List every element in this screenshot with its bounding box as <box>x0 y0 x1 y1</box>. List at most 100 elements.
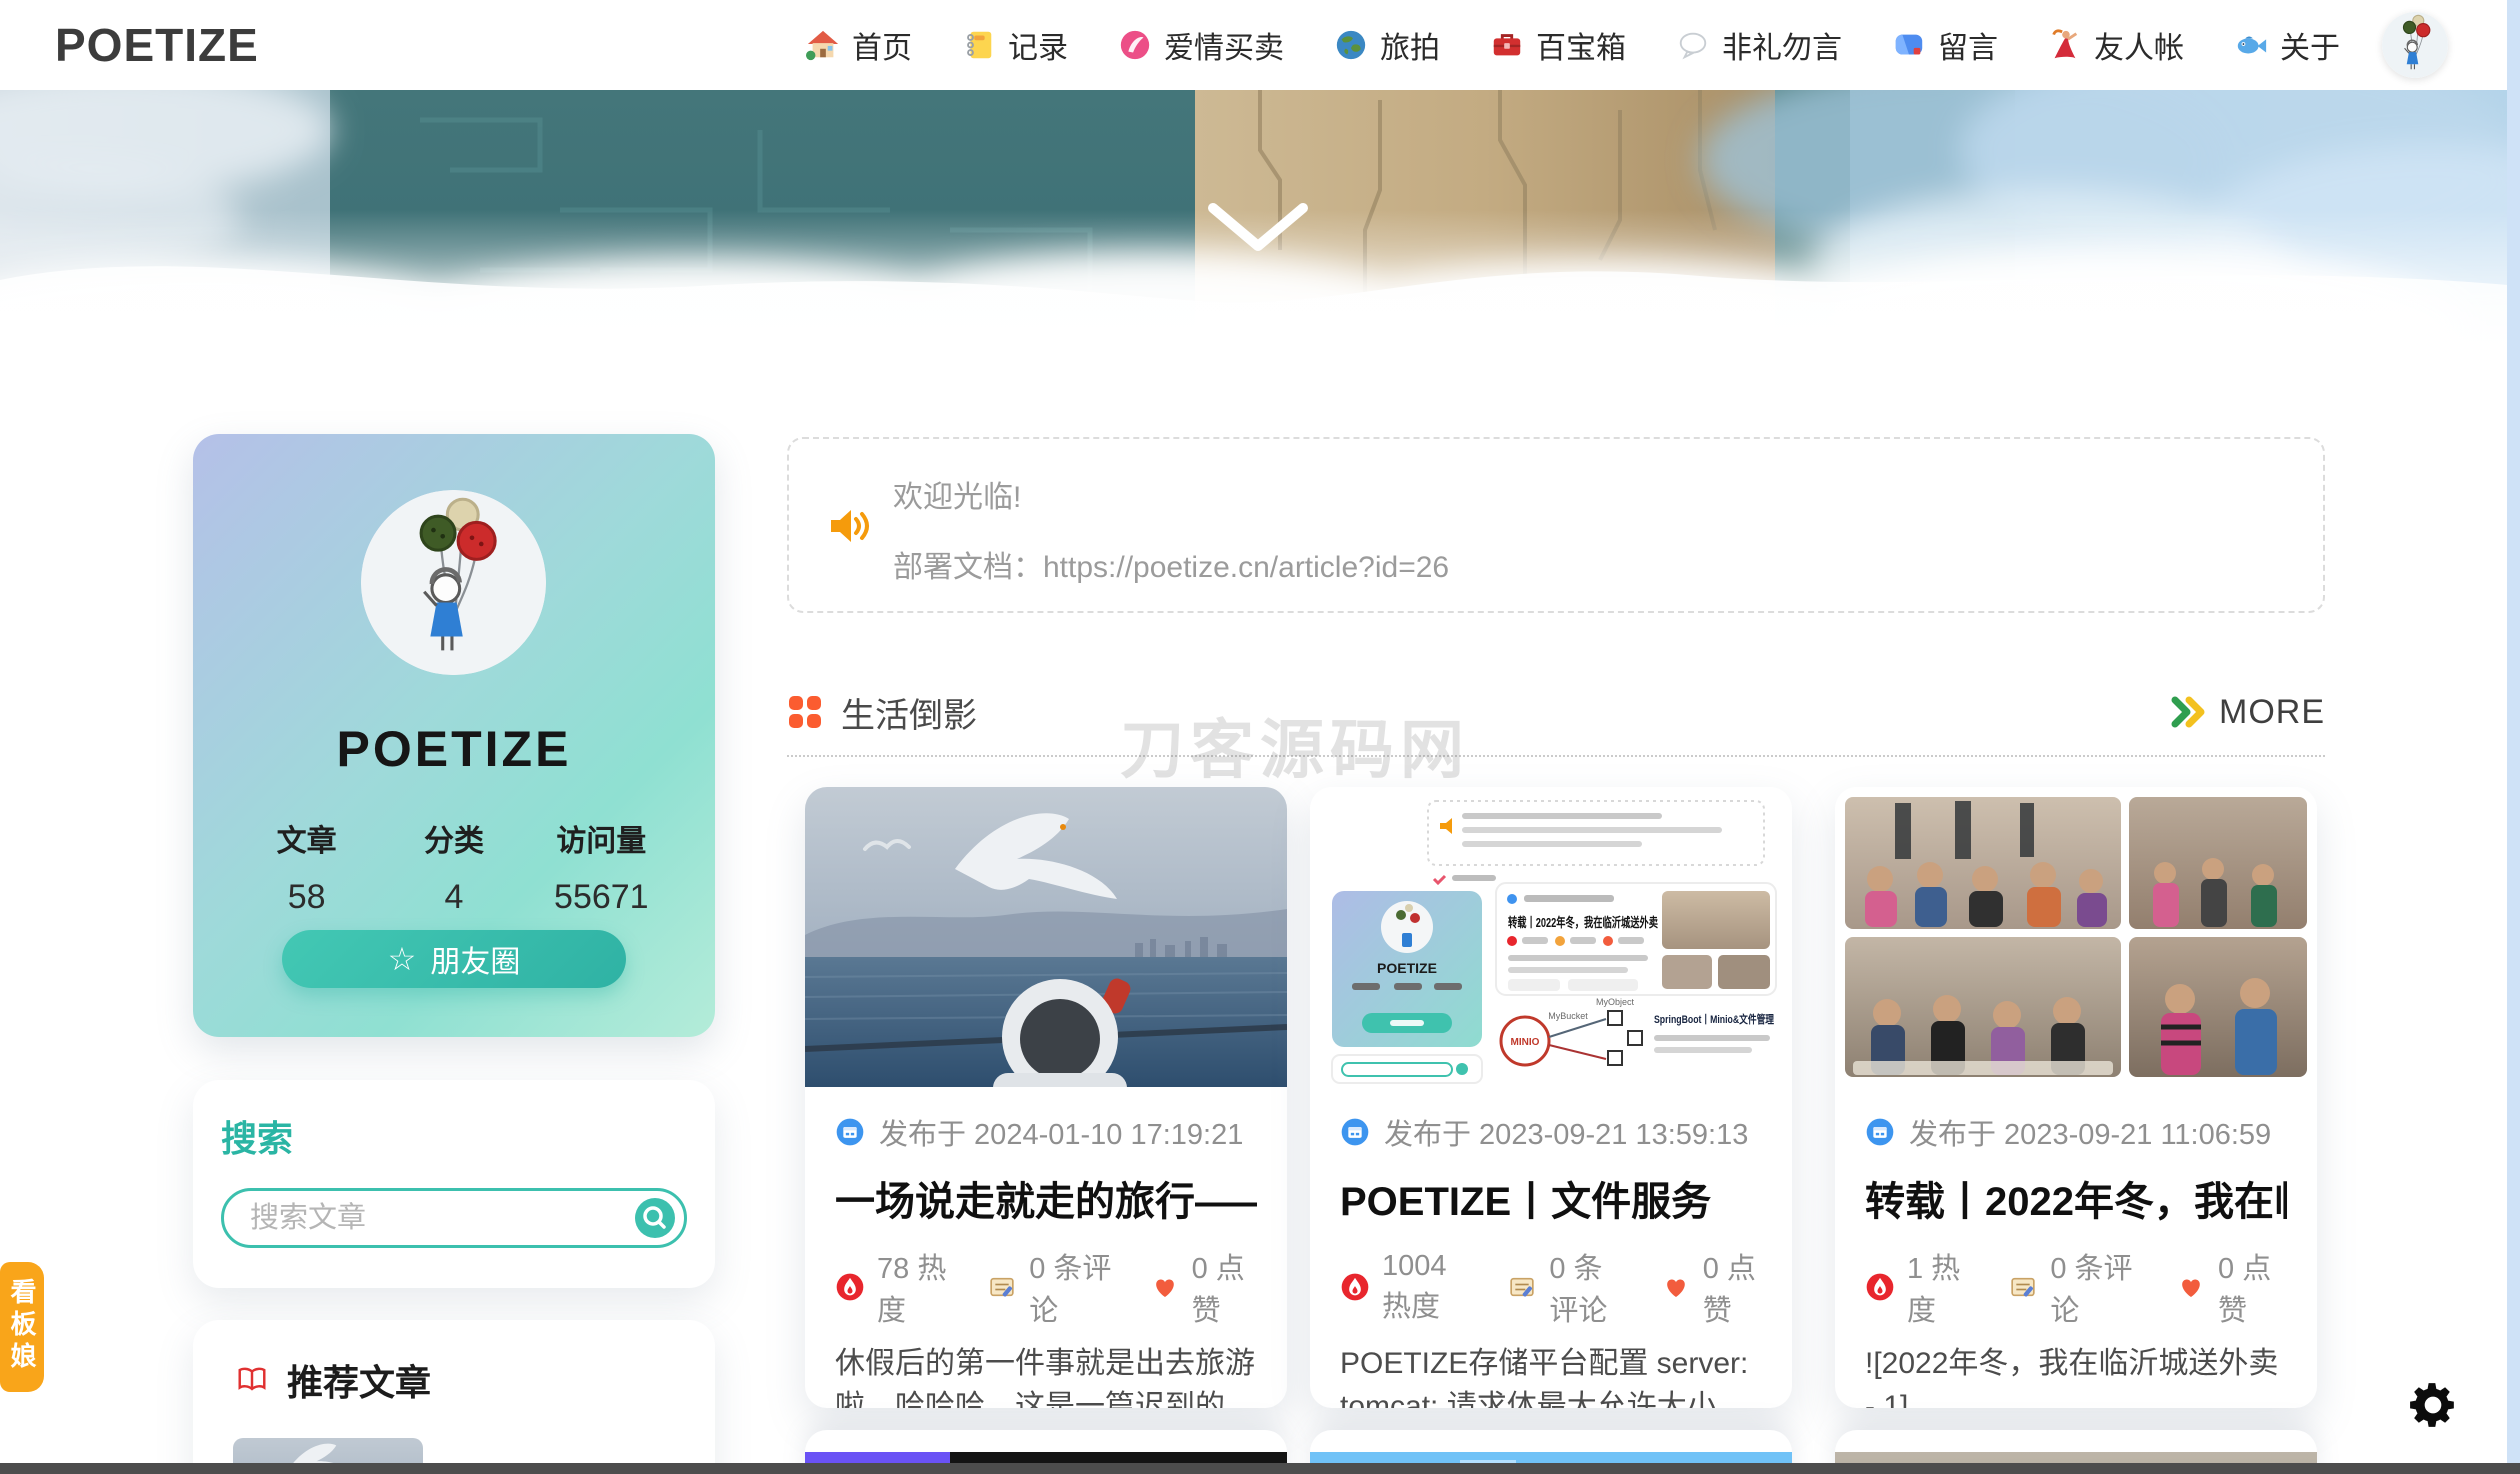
page-root: POETIZE 首页 <box>0 0 2520 1474</box>
comment-count: 0 条评论 <box>1029 1245 1117 1329</box>
mini-article-title: 转载丨2022年冬，我在临沂城送外卖 <box>1508 915 1658 930</box>
like-icon <box>1661 1272 1691 1302</box>
recommend-title-row: 推荐文章 <box>233 1354 675 1406</box>
open-book-icon <box>233 1363 271 1397</box>
nav-label: 关于 <box>2280 23 2340 67</box>
vertical-scrollbar[interactable] <box>2507 0 2520 1474</box>
welcome-line-1: 欢迎光临! <box>893 483 1449 513</box>
main-nav: 首页 记录 爱情买卖 <box>806 0 2340 90</box>
nav-item-travel[interactable]: 旅拍 <box>1334 23 1440 67</box>
avatar-buttons-illustration <box>2382 12 2448 78</box>
search-icon[interactable] <box>635 1198 675 1238</box>
mini-diagram-object-label: MyObject <box>1596 997 1635 1007</box>
section-title: 生活倒影 <box>841 688 977 737</box>
like-count: 0 点赞 <box>2218 1245 2287 1329</box>
search-box <box>221 1188 687 1248</box>
stat-value: 55671 <box>528 878 675 917</box>
friends-circle-button[interactable]: ☆ 朋友圈 <box>282 930 626 988</box>
nav-label: 非礼勿言 <box>1722 23 1842 67</box>
heat-count: 1004 热度 <box>1382 1250 1476 1325</box>
article-card-1[interactable]: 发布于 2024-01-10 17:19:21 一场说走就走的旅行——… 78 … <box>805 787 1287 1408</box>
nav-item-messages[interactable]: 留言 <box>1892 23 1998 67</box>
dotted-separator <box>787 755 2325 757</box>
comment-icon <box>2008 1272 2038 1302</box>
article-image-2: POETIZE 转载丨2022年冬，我在临沂城送外卖 <box>1310 787 1792 1087</box>
article-body: 发布于 2023-09-21 13:59:13 POETIZE丨文件服务 100… <box>1310 1087 1792 1408</box>
article-stats-row: 1 热度 0 条评论 0 点赞 <box>1865 1245 2287 1329</box>
nav-label: 百宝箱 <box>1536 23 1626 67</box>
article-title: 一场说走就走的旅行——… <box>835 1169 1257 1227</box>
stat-label: 访问量 <box>528 816 675 860</box>
like-count: 0 点赞 <box>1703 1245 1762 1329</box>
nav-item-home[interactable]: 首页 <box>806 23 912 67</box>
nav-label: 首页 <box>852 23 912 67</box>
calendar-icon <box>835 1117 865 1147</box>
hero-banner-art <box>0 90 2520 346</box>
section-title-row: 生活倒影 <box>787 688 977 737</box>
site-logo[interactable]: POETIZE <box>55 0 259 90</box>
more-link[interactable]: MORE <box>2169 693 2325 732</box>
nav-item-friends[interactable]: 友人帐 <box>2048 23 2184 67</box>
toolbox-icon <box>1490 28 1524 62</box>
nav-item-love-market[interactable]: 爱情买卖 <box>1118 23 1284 67</box>
seagull-photo <box>805 787 1287 1087</box>
mini-diagram-minio-label: MINIO <box>1511 1037 1540 1048</box>
article-date: 发布于 2023-09-21 11:06:59 <box>1909 1111 2271 1153</box>
stat-visits: 访问量 55671 <box>528 816 675 917</box>
comment-count: 0 条评论 <box>2050 1245 2143 1329</box>
nav-item-about[interactable]: 关于 <box>2234 23 2340 67</box>
heat-count: 78 热度 <box>877 1245 955 1329</box>
hero-banner <box>0 90 2520 346</box>
speaker-icon <box>825 503 871 549</box>
calendar-icon <box>1340 1117 1370 1147</box>
avatar-buttons-illustration <box>361 490 546 675</box>
main-content: 欢迎光临! 部署文档：https://poetize.cn/article?id… <box>787 437 2325 613</box>
nav-label: 旅拍 <box>1380 23 1440 67</box>
recommend-card: 推荐文章 一场说走就走的旅… <box>193 1320 715 1474</box>
like-icon <box>1150 1272 1180 1302</box>
profile-stats: 文章 58 分类 4 访问量 55671 <box>233 816 675 917</box>
like-icon <box>2176 1272 2206 1302</box>
friends-circle-label: 朋友圈 <box>430 937 520 981</box>
search-input[interactable] <box>221 1188 687 1248</box>
profile-card: POETIZE 文章 58 分类 4 访问量 55671 ☆ 朋友圈 <box>193 434 715 1037</box>
article-body: 发布于 2024-01-10 17:19:21 一场说走就走的旅行——… 78 … <box>805 1087 1287 1408</box>
stat-articles: 文章 58 <box>233 816 380 917</box>
fish-icon <box>2234 28 2268 62</box>
star-icon: ☆ <box>388 943 417 975</box>
section-header: 生活倒影 MORE <box>787 690 2325 734</box>
article-excerpt: POETIZE存储平台配置 server: tomcat: 请求体最大允许大小 … <box>1340 1343 1762 1408</box>
website-screenshot-thumbnail: POETIZE 转载丨2022年冬，我在临沂城送外卖 <box>1310 787 1792 1087</box>
article-stats-row: 1004 热度 0 条评论 0 点赞 <box>1340 1245 1762 1329</box>
profile-name: POETIZE <box>193 720 715 778</box>
horizontal-scrollbar[interactable] <box>0 1463 2520 1474</box>
nav-item-treasure-box[interactable]: 百宝箱 <box>1490 23 1626 67</box>
welcome-text: 欢迎光临! 部署文档：https://poetize.cn/article?id… <box>893 483 1449 583</box>
mini-brand-text: POETIZE <box>1377 960 1437 976</box>
profile-avatar <box>361 490 546 675</box>
mascot-tab[interactable]: 看板娘 <box>0 1262 44 1392</box>
grid-icon <box>787 694 823 730</box>
recommend-title: 推荐文章 <box>287 1354 431 1406</box>
comment-icon <box>1507 1272 1537 1302</box>
article-image-3 <box>1835 787 2317 1087</box>
stat-value: 4 <box>380 878 527 917</box>
nav-item-records[interactable]: 记录 <box>962 23 1068 67</box>
settings-gear-icon[interactable] <box>2408 1380 2458 1430</box>
comment-icon <box>987 1272 1017 1302</box>
article-card-2[interactable]: POETIZE 转载丨2022年冬，我在临沂城送外卖 <box>1310 787 1792 1408</box>
article-body: 发布于 2023-09-21 11:06:59 转载丨2022年冬，我在临… 1… <box>1835 1087 2317 1408</box>
mini-article-title-2: SpringBoot丨Minio&文件管理 <box>1654 1012 1774 1026</box>
article-date: 发布于 2023-09-21 13:59:13 <box>1384 1111 1748 1153</box>
stat-value: 58 <box>233 878 380 917</box>
message-board-icon <box>1892 28 1926 62</box>
nav-item-no-rude-words[interactable]: 非礼勿言 <box>1676 23 1842 67</box>
article-date-row: 发布于 2024-01-10 17:19:21 <box>835 1111 1257 1153</box>
comment-count: 0 条评论 <box>1549 1245 1629 1329</box>
article-card-3[interactable]: 发布于 2023-09-21 11:06:59 转载丨2022年冬，我在临… 1… <box>1835 787 2317 1408</box>
globe-icon <box>1334 28 1368 62</box>
article-excerpt: 休假后的第一件事就是出去旅游啦，哈哈哈，这是一篇迟到的孕中期旅游分享贴… <box>835 1343 1257 1408</box>
nav-label: 爱情买卖 <box>1164 23 1284 67</box>
welcome-notice: 欢迎光临! 部署文档：https://poetize.cn/article?id… <box>787 437 2325 613</box>
user-avatar[interactable] <box>2382 12 2448 78</box>
